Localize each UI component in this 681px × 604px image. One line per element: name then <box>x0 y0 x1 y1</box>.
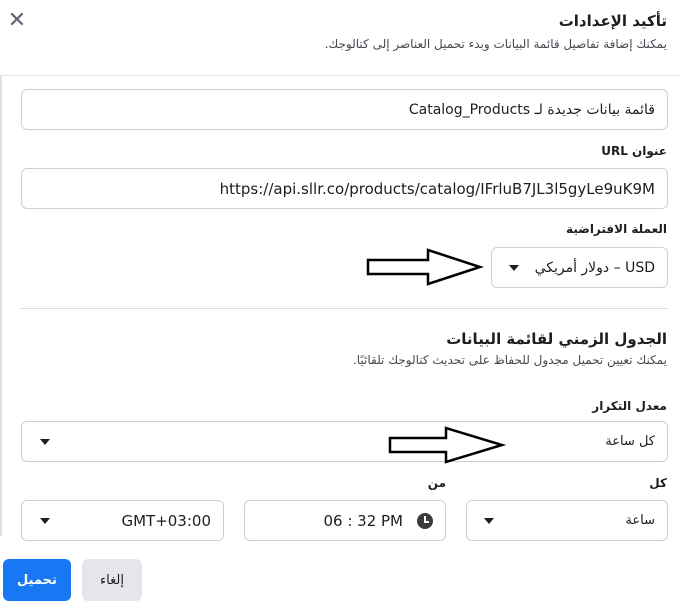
frequency-label: معدل التكرار <box>592 399 667 413</box>
interval-value: ساعة <box>625 513 655 528</box>
currency-select[interactable]: USD – دولار أمريكي <box>491 247 668 288</box>
from-label: من <box>427 476 446 490</box>
chevron-down-icon <box>40 439 50 445</box>
section-divider <box>20 308 668 309</box>
frequency-value: كل ساعة <box>605 434 655 449</box>
scroll-track <box>0 76 2 536</box>
schedule-title: الجدول الزمني لقائمة البيانات <box>446 330 667 348</box>
cancel-button[interactable]: إلغاء <box>82 559 142 601</box>
clock-icon <box>417 513 433 529</box>
dialog-header: ✕ تأكيد الإعدادات يمكنك إضافة تفاصيل قائ… <box>0 0 681 76</box>
dialog-title: تأكيد الإعدادات <box>558 12 667 30</box>
schedule-description: يمكنك تعيين تحميل مجدول للحفاظ على تحديث… <box>352 353 667 367</box>
chevron-down-icon <box>484 518 494 524</box>
url-label: عنوان URL <box>601 144 667 158</box>
time-picker[interactable]: 06 : 32 PM <box>244 500 446 541</box>
feed-name-input[interactable]: قائمة بيانات جديدة لـ Catalog_Products <box>21 89 668 130</box>
upload-button[interactable]: تحميل <box>3 559 71 601</box>
time-value: 06 : 32 PM <box>323 511 403 530</box>
feed-name-value: قائمة بيانات جديدة لـ Catalog_Products <box>408 101 655 118</box>
currency-label: العملة الافتراضية <box>566 222 667 236</box>
arrow-annotation-frequency <box>388 426 507 464</box>
chevron-down-icon <box>40 518 50 524</box>
chevron-down-icon <box>509 265 519 271</box>
close-icon[interactable]: ✕ <box>6 10 28 32</box>
url-value: https://api.sllr.co/products/catalog/IFr… <box>219 179 655 198</box>
timezone-select[interactable]: GMT+03:00 <box>21 500 224 541</box>
interval-select[interactable]: ساعة <box>466 500 668 541</box>
dialog-subtitle: يمكنك إضافة تفاصيل قائمة البيانات وبدء ت… <box>324 37 667 51</box>
arrow-annotation-currency <box>366 248 485 286</box>
frequency-select[interactable]: كل ساعة <box>21 421 668 462</box>
every-label: كل <box>649 476 667 490</box>
timezone-value: GMT+03:00 <box>121 511 211 530</box>
url-input[interactable]: https://api.sllr.co/products/catalog/IFr… <box>21 168 668 209</box>
currency-value: USD – دولار أمريكي <box>534 259 655 276</box>
